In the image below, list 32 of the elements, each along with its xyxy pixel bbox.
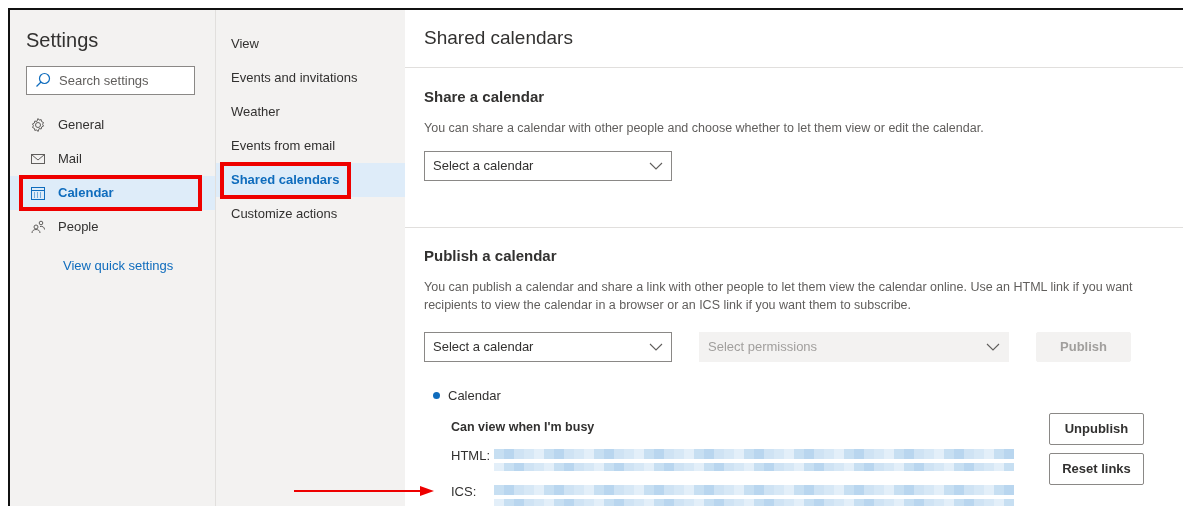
panel-title: Shared calendars	[405, 10, 1183, 68]
nav-item[interactable]: Events and invitations	[216, 61, 405, 95]
section-description: You can share a calendar with other people and choose whether to let them view or edit the calendar.	[424, 120, 985, 137]
calendar-select[interactable]: Select a calendar	[424, 332, 672, 362]
people-icon	[30, 219, 46, 235]
quick-settings-link[interactable]: View quick settings	[63, 256, 174, 276]
nav-item[interactable]: Customize actions	[216, 197, 405, 231]
section-description: You can publish a calendar and share a link with other people to let them view the calendar online. Use an HTML link if you want recipients to view the calendar in a browser or an ICS link if you want them to subscribe.	[424, 279, 1134, 314]
published-calendar-name: Calendar	[448, 387, 501, 405]
chevron-icon	[649, 343, 663, 351]
gear-icon	[30, 117, 46, 133]
chevron-icon	[649, 162, 663, 170]
action-button[interactable]: Reset links	[1049, 452, 1144, 485]
search-field[interactable]: Search settings	[26, 66, 195, 95]
action-button[interactable]: Unpublish	[1049, 412, 1144, 445]
nav-item[interactable]: View	[216, 27, 405, 61]
calendar-icon	[30, 185, 46, 201]
nav-item[interactable]: People	[10, 210, 215, 244]
section-heading: Share a calendar	[424, 87, 546, 107]
nav-item[interactable]: Events from email	[216, 129, 405, 163]
link-label: ICS:	[451, 483, 478, 502]
section-heading: Publish a calendar	[424, 246, 558, 266]
mail-icon	[30, 151, 46, 167]
settings-title: Settings	[25, 28, 100, 53]
nav-item[interactable]: General	[10, 108, 215, 142]
nav-item[interactable]: Mail	[10, 142, 215, 176]
permission-label: Can view when I'm busy	[451, 418, 596, 436]
calendar-select[interactable]: Select a calendar	[424, 151, 672, 181]
bullet-dot	[433, 392, 440, 400]
link-label: HTML:	[451, 447, 491, 466]
nav-item[interactable]: Weather	[216, 95, 405, 129]
chevron-icon	[986, 343, 1000, 351]
